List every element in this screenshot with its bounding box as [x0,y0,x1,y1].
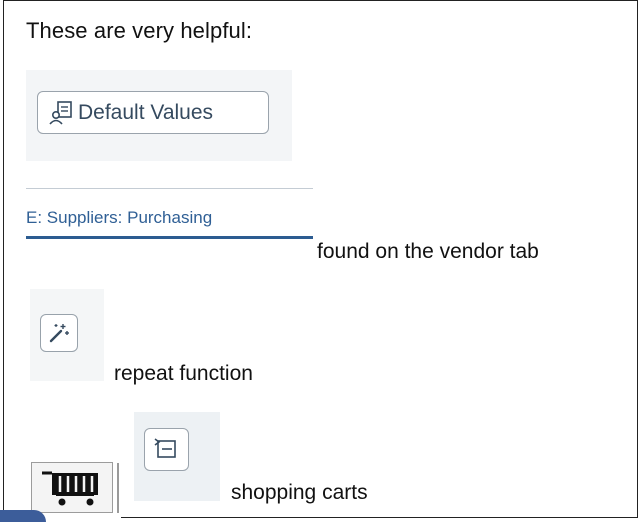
repeat-snippet [30,289,104,381]
command-field-icon [154,438,176,458]
intro-text: These are very helpful: [26,18,253,43]
command-field-snippet [134,412,220,501]
default-values-snippet: Default Values [26,70,292,161]
magic-wand-icon [49,324,69,343]
shopping-cart-button[interactable] [31,462,113,513]
tab-active-indicator [26,236,313,239]
command-field-button[interactable] [144,428,189,471]
shopping-carts-caption: shopping carts [231,481,368,504]
toolbar-separator [117,463,119,513]
shopping-cart-icon [42,471,98,506]
note-frame: These are very helpful: Default Values E… [3,0,638,519]
tab-suppliers-purchasing[interactable]: E: Suppliers: Purchasing [26,208,212,228]
repeat-caption: repeat function [114,362,253,385]
default-values-button[interactable]: Default Values [37,91,269,134]
tab-strip-rule [26,188,313,189]
vendor-tab-caption: found on the vendor tab [317,240,539,263]
shopping-cart-snippet [31,461,121,519]
slide-corner-accent [0,510,46,522]
default-values-label: Default Values [78,100,214,124]
repeat-button[interactable] [40,314,78,352]
supplier-tab-snippet: E: Suppliers: Purchasing [26,188,313,240]
default-values-icon [49,100,72,125]
